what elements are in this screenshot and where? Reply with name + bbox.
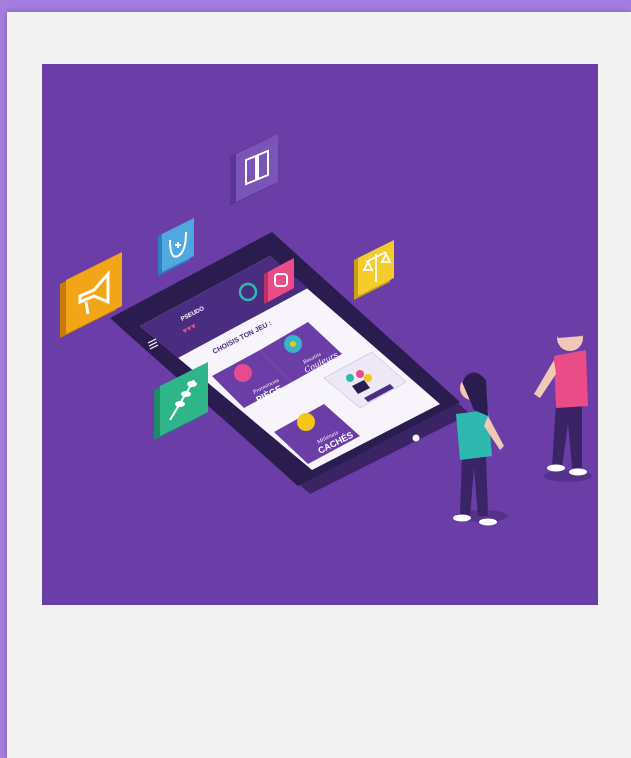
home-button[interactable] [412, 434, 420, 442]
card-3-icon [297, 413, 315, 431]
illustration-panel: PSEUDO ♥♥♥ CHOISIS TON JEU : Promenons P… [42, 64, 598, 605]
illustration-svg: PSEUDO ♥♥♥ CHOISIS TON JEU : Promenons P… [42, 64, 598, 605]
card-1-icon [234, 364, 252, 382]
